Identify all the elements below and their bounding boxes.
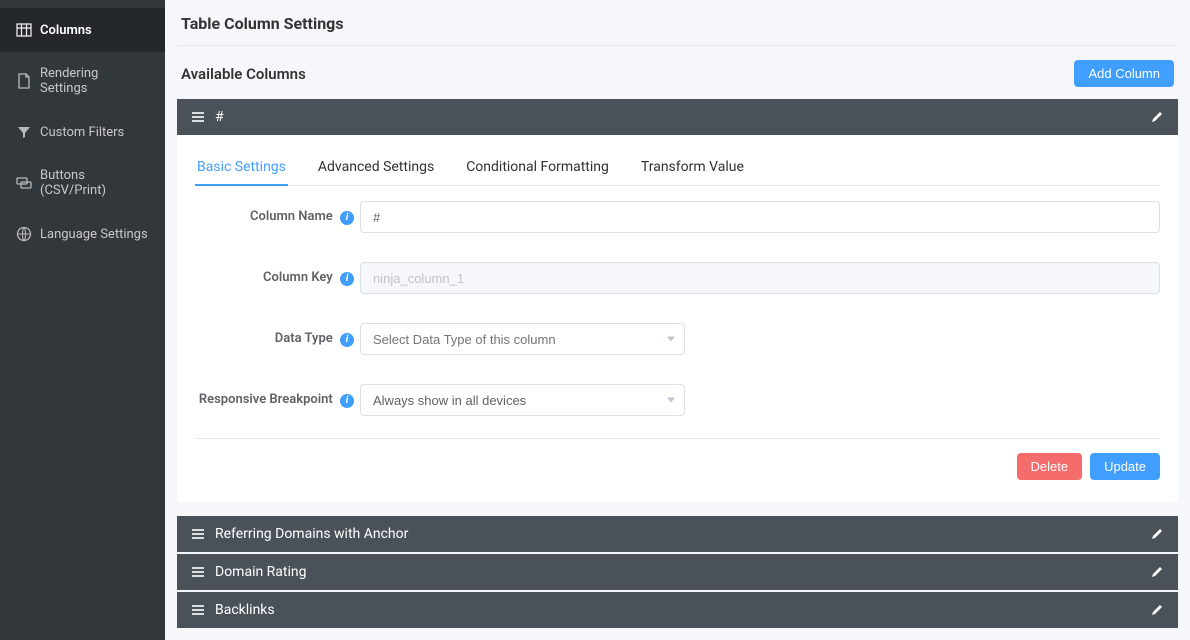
delete-button[interactable]: Delete xyxy=(1017,453,1083,480)
column-title: Domain Rating xyxy=(215,564,307,580)
column-name-input[interactable] xyxy=(360,201,1160,233)
drag-handle-icon[interactable] xyxy=(191,603,205,617)
section-title: Available Columns xyxy=(181,65,306,83)
responsive-breakpoint-select[interactable] xyxy=(360,384,685,416)
info-icon[interactable]: i xyxy=(340,272,354,286)
sidebar-item-language-settings[interactable]: Language Settings xyxy=(0,212,165,256)
buttons-icon xyxy=(16,175,32,191)
main-content: Table Column Settings Available Columns … xyxy=(165,0,1190,640)
column-header-collapsed[interactable]: Referring Domains with Anchor xyxy=(177,516,1178,552)
sidebar-item-custom-filters[interactable]: Custom Filters xyxy=(0,110,165,154)
info-icon[interactable]: i xyxy=(340,211,354,225)
drag-handle-icon[interactable] xyxy=(191,527,205,541)
tab-conditional-formatting[interactable]: Conditional Formatting xyxy=(464,149,611,185)
data-type-select[interactable] xyxy=(360,323,685,355)
drag-handle-icon[interactable] xyxy=(191,565,205,579)
table-icon xyxy=(16,22,32,38)
tab-basic-settings[interactable]: Basic Settings xyxy=(195,149,288,185)
tab-advanced-settings[interactable]: Advanced Settings xyxy=(316,149,436,185)
sidebar-item-label: Columns xyxy=(40,23,92,38)
pencil-icon[interactable] xyxy=(1150,565,1164,579)
column-title: # xyxy=(215,109,224,125)
info-icon[interactable]: i xyxy=(340,333,354,347)
column-title: Referring Domains with Anchor xyxy=(215,526,408,542)
responsive-breakpoint-label: Responsive Breakpoint i xyxy=(195,392,360,408)
sidebar-item-buttons[interactable]: Buttons (CSV/Print) xyxy=(0,154,165,212)
data-type-label: Data Type i xyxy=(195,331,360,347)
filter-icon xyxy=(16,124,32,140)
tabs: Basic Settings Advanced Settings Conditi… xyxy=(195,135,1160,186)
sidebar: Columns Rendering Settings Custom Filter… xyxy=(0,0,165,640)
column-header-collapsed[interactable]: Backlinks xyxy=(177,592,1178,628)
tab-transform-value[interactable]: Transform Value xyxy=(639,149,746,185)
sidebar-item-label: Language Settings xyxy=(40,227,148,242)
page-title: Table Column Settings xyxy=(177,2,1178,46)
sidebar-item-label: Rendering Settings xyxy=(40,66,149,96)
language-icon xyxy=(16,226,32,242)
pencil-icon[interactable] xyxy=(1150,110,1164,124)
pencil-icon[interactable] xyxy=(1150,527,1164,541)
column-key-label: Column Key i xyxy=(195,270,360,286)
sidebar-item-label: Custom Filters xyxy=(40,125,124,140)
document-icon xyxy=(16,73,32,89)
column-header-open[interactable]: # xyxy=(177,99,1178,135)
add-column-button[interactable]: Add Column xyxy=(1074,60,1174,87)
sidebar-item-columns[interactable]: Columns xyxy=(0,8,165,52)
column-header-collapsed[interactable]: Domain Rating xyxy=(177,554,1178,590)
update-button[interactable]: Update xyxy=(1090,453,1160,480)
column-panel: Basic Settings Advanced Settings Conditi… xyxy=(177,135,1178,502)
sidebar-item-rendering-settings[interactable]: Rendering Settings xyxy=(0,52,165,110)
info-icon[interactable]: i xyxy=(340,394,354,408)
pencil-icon[interactable] xyxy=(1150,603,1164,617)
sidebar-item-label: Buttons (CSV/Print) xyxy=(40,168,149,198)
column-name-label: Column Name i xyxy=(195,209,360,225)
column-key-input xyxy=(360,262,1160,294)
column-title: Backlinks xyxy=(215,602,275,618)
drag-handle-icon[interactable] xyxy=(191,110,205,124)
